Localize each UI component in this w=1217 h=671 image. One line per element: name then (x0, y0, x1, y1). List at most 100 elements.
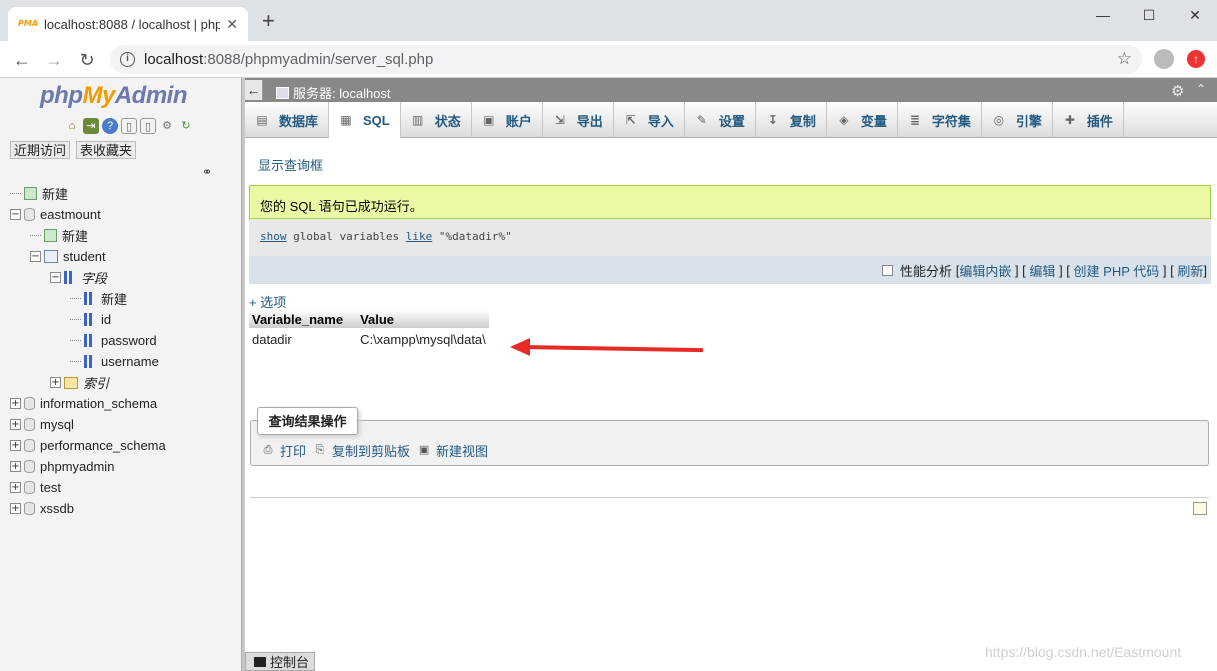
tree-item-col-id[interactable]: id (10, 309, 166, 330)
tree-item-performance_schema[interactable]: + performance_schema (10, 435, 166, 456)
reload-button[interactable]: ↻ (75, 49, 99, 71)
tree-item-label[interactable]: 新建 (101, 289, 127, 308)
tab-export[interactable]: ⇲ 导出 (543, 102, 614, 138)
tree-item-col-password[interactable]: password (10, 330, 166, 351)
collapse-top-icon[interactable]: ⌃ (1196, 82, 1206, 96)
tree-item-label[interactable]: id (101, 312, 111, 327)
expand-icon[interactable]: + (10, 440, 21, 451)
tree-item-label[interactable]: test (40, 480, 61, 495)
expand-icon[interactable]: + (10, 503, 21, 514)
tree-item-information_schema[interactable]: + information_schema (10, 393, 166, 414)
edit-link[interactable]: 编辑 (1029, 261, 1055, 280)
tree-item-test[interactable]: + test (10, 477, 166, 498)
tab-import[interactable]: ⇱ 导入 (614, 102, 685, 138)
create-php-code-link[interactable]: 创建 PHP 代码 (1074, 261, 1160, 280)
bookmark-star-icon[interactable]: ☆ (1117, 49, 1132, 69)
tab-settings[interactable]: ✎ 设置 (685, 102, 756, 138)
tree-item-label[interactable]: 新建 (62, 226, 88, 245)
profiling-checkbox[interactable] (882, 264, 894, 276)
page-settings-gear-icon[interactable]: ⚙ (1171, 82, 1184, 100)
tree-item-student[interactable]: − student (10, 246, 166, 267)
print-link[interactable]: 打印 (280, 441, 306, 460)
tree-item-label[interactable]: 索引 (83, 373, 109, 392)
show-query-box-link[interactable]: 显示查询框 (258, 155, 323, 174)
reload-nav-icon[interactable]: ↻ (178, 118, 194, 134)
tree-item-label[interactable]: 新建 (42, 184, 68, 203)
tree-item-fields[interactable]: − 字段 (10, 267, 166, 288)
new-view-icon[interactable]: ▣ (416, 443, 432, 458)
copy-to-clipboard-link[interactable]: 复制到剪贴板 (332, 441, 410, 460)
tree-item-label[interactable]: student (63, 249, 106, 264)
sql-keyword-like[interactable]: like (406, 230, 433, 243)
link-toggle-icon[interactable]: ⚭ (202, 165, 212, 179)
tree-item-col-username[interactable]: username (10, 351, 166, 372)
tab-variables[interactable]: ◈ 变量 (827, 102, 898, 138)
update-icon[interactable]: ↑ (1187, 50, 1205, 68)
maximize-button[interactable]: ☐ (1126, 4, 1172, 26)
nav-splitter[interactable] (242, 78, 245, 671)
tab-sql[interactable]: ▦ SQL (329, 102, 401, 138)
docs-icon[interactable]: ▯ (121, 118, 137, 134)
back-button[interactable]: ← (10, 49, 34, 71)
tree-item-label[interactable]: eastmount (40, 207, 101, 222)
refresh-link[interactable]: 刷新 (1177, 261, 1203, 280)
bookmark-note-icon[interactable] (1193, 502, 1207, 515)
phpmyadmin-logo[interactable]: phpMyAdmin (40, 82, 188, 110)
settings-gear-icon[interactable]: ⚙ (159, 118, 175, 134)
tab-engines[interactable]: ◎ 引擎 (982, 102, 1053, 138)
close-tab-icon[interactable]: ✕ (226, 16, 238, 33)
minimize-button[interactable]: — (1080, 4, 1126, 26)
expand-icon[interactable]: + (10, 482, 21, 493)
expand-icon[interactable]: + (10, 419, 21, 430)
tree-item-label[interactable]: password (101, 333, 157, 348)
tab-status[interactable]: ▥ 状态 (401, 102, 472, 138)
tree-item-label[interactable]: performance_schema (40, 438, 166, 453)
home-icon[interactable]: ⌂ (64, 118, 80, 134)
expand-icon[interactable]: + (10, 398, 21, 409)
new-tab-button[interactable]: + (262, 10, 275, 32)
expand-icon[interactable]: + (10, 461, 21, 472)
tree-item-label[interactable]: 字段 (81, 268, 107, 287)
tree-item-fields-new[interactable]: 新建 (10, 288, 166, 309)
tab-replication[interactable]: ↧ 复制 (756, 102, 827, 138)
tree-item-label[interactable]: xssdb (40, 501, 74, 516)
forward-button[interactable]: → (42, 49, 66, 71)
tree-item-xssdb[interactable]: + xssdb (10, 498, 166, 519)
collapse-icon[interactable]: − (30, 251, 41, 262)
info-icon[interactable]: i (120, 52, 135, 67)
edit-inline-link[interactable]: 编辑内嵌 (959, 261, 1011, 280)
tree-item-label[interactable]: mysql (40, 417, 74, 432)
sql-keyword-show[interactable]: show (260, 230, 287, 243)
address-bar[interactable]: i localhost:8088/phpmyadmin/server_sql.p… (110, 45, 1142, 74)
logout-icon[interactable]: ⇥ (83, 118, 99, 134)
collapse-icon[interactable]: − (10, 209, 21, 220)
column-header-variable-name[interactable]: Variable_name (249, 310, 358, 328)
console-toggle-button[interactable]: 控制台 (245, 652, 315, 671)
copy-icon[interactable]: ⎘ (312, 443, 328, 458)
tree-item-eastmount-new[interactable]: 新建 (10, 225, 166, 246)
tree-item-phpmyadmin[interactable]: + phpmyadmin (10, 456, 166, 477)
tree-item-mysql[interactable]: + mysql (10, 414, 166, 435)
column-header-value[interactable]: Value (357, 310, 489, 328)
print-icon[interactable]: ⎙ (260, 443, 276, 458)
options-toggle-link[interactable]: + 选项 (249, 292, 286, 311)
tab-accounts[interactable]: ▣ 账户 (472, 102, 543, 138)
tree-item-label[interactable]: phpmyadmin (40, 459, 114, 474)
tree-item-label[interactable]: information_schema (40, 396, 157, 411)
tree-item-label[interactable]: username (101, 354, 159, 369)
tree-item-eastmount[interactable]: − eastmount (10, 204, 166, 225)
create-view-link[interactable]: 新建视图 (436, 441, 488, 460)
server-breadcrumb[interactable]: 服务器: localhost (276, 83, 391, 102)
help-icon[interactable]: ? (102, 118, 118, 134)
tab-databases[interactable]: ▤ 数据库 (245, 102, 330, 138)
tree-item-indexes[interactable]: + 索引 (10, 372, 166, 393)
tab-plugins[interactable]: ✚ 插件 (1053, 102, 1124, 138)
collapse-nav-button[interactable]: ← (245, 80, 263, 100)
favorites-button[interactable]: 表收藏夹 (76, 141, 137, 159)
tab-charsets[interactable]: ≣ 字符集 (898, 102, 982, 138)
close-window-button[interactable]: ✕ (1172, 4, 1217, 26)
collapse-icon[interactable]: − (50, 272, 61, 283)
docs-sql-icon[interactable]: ▯ (140, 118, 156, 134)
browser-tab[interactable]: PMA localhost:8088 / localhost | php ✕ (8, 7, 248, 41)
expand-icon[interactable]: + (50, 377, 61, 388)
